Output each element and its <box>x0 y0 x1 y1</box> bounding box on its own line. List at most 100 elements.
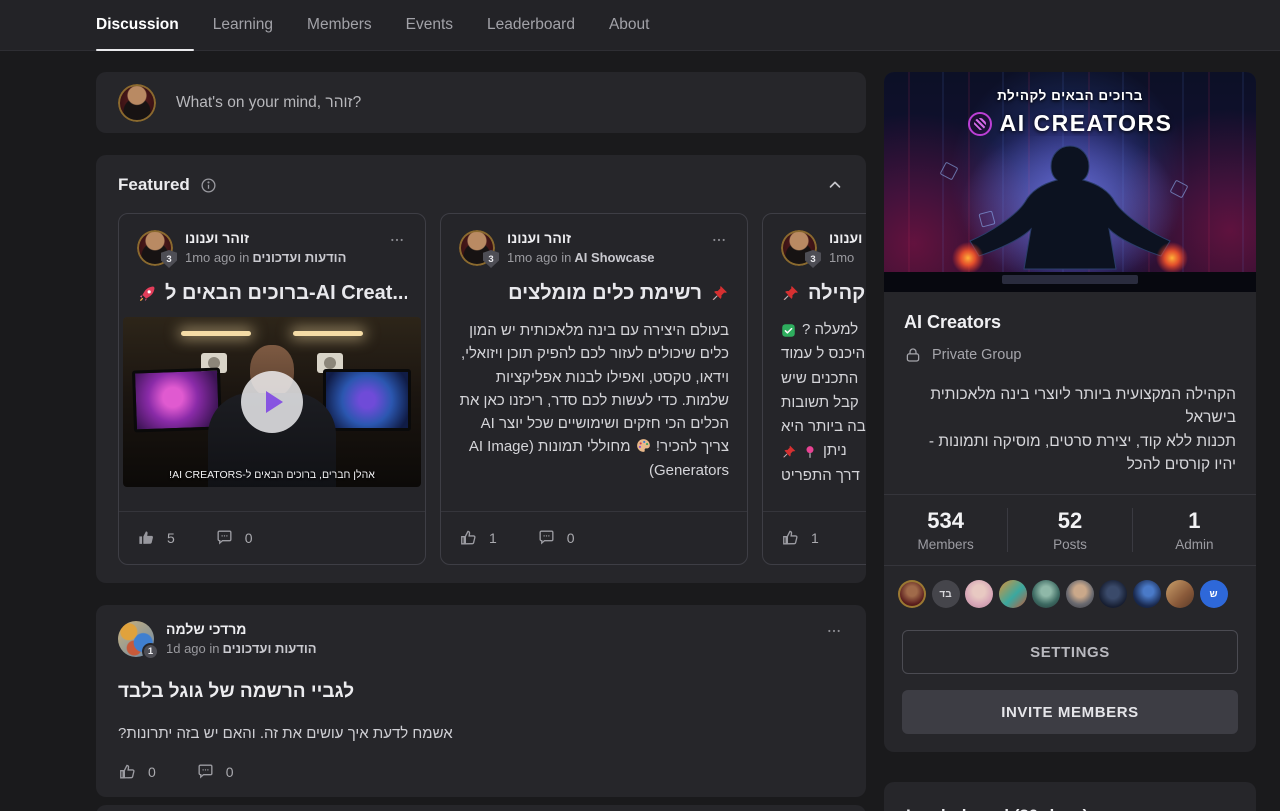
tab-members[interactable]: Members <box>307 0 372 50</box>
post-time: 1mo ago in <box>185 250 249 265</box>
like-button[interactable]: 0 <box>118 762 156 781</box>
like-button[interactable]: 5 <box>137 528 175 547</box>
like-count: 5 <box>167 530 175 546</box>
current-user-avatar[interactable] <box>118 84 156 122</box>
leaderboard-title: Leaderboard (30-days) <box>906 806 1234 811</box>
collapse-chevron-up-icon[interactable] <box>826 176 844 194</box>
post-body-line: היכנס ל עמוד <box>781 342 866 366</box>
tab-leaderboard[interactable]: Leaderboard <box>487 0 575 50</box>
member-avatar[interactable] <box>1133 580 1161 608</box>
group-name: AI Creators <box>904 312 1236 333</box>
video-thumbnail[interactable]: אהלן חברים, ברוכים הבאים ל-AI CREATORS! <box>123 317 421 487</box>
member-avatar[interactable] <box>898 580 926 608</box>
space-name[interactable]: הודעות ועדכונים <box>252 250 346 265</box>
like-button[interactable]: 1 <box>459 528 497 547</box>
palette-emoji-icon <box>635 437 652 454</box>
comment-button[interactable]: 0 <box>537 528 575 547</box>
member-avatar-initials[interactable]: בד <box>932 580 960 608</box>
featured-cards-row: 3 זוהר וענונו 1mo ago inהודעות ועדכונים <box>118 213 866 565</box>
post-body-text: בה ביותר היא <box>781 415 866 439</box>
content-area: What's on your mind, זוהר? Featured <box>0 51 1280 811</box>
settings-button[interactable]: SETTINGS <box>902 630 1238 674</box>
monitor-left <box>132 367 222 432</box>
feed-post[interactable]: 1 מרדכי שלמה 1d ago inהודעות ועדכונים לג… <box>96 605 866 797</box>
author-block: זוהר וענונו 1mo <box>829 230 866 265</box>
pushpin-emoji-icon <box>781 284 800 303</box>
post-body-line: למעלה ? <box>781 318 866 342</box>
comment-count: 0 <box>567 530 575 546</box>
author-name[interactable]: זוהר וענונו <box>507 230 655 246</box>
stat-label: Posts <box>1008 537 1131 552</box>
post-body-text: היכנס ל עמוד <box>781 342 865 366</box>
featured-title: Featured <box>118 175 190 195</box>
tab-discussion[interactable]: Discussion <box>96 0 179 50</box>
tab-label: Members <box>307 16 372 34</box>
sidebar-column: ברוכים הבאים לקהילת AI CREATORS AI Creat… <box>884 72 1256 811</box>
comment-button[interactable]: 0 <box>196 762 234 781</box>
featured-card-community[interactable]: 3 זוהר וענונו 1mo קהילה <box>762 213 866 565</box>
round-pin-emoji-icon <box>803 445 817 459</box>
member-avatar[interactable] <box>965 580 993 608</box>
tab-label: Events <box>406 16 453 34</box>
comment-count: 0 <box>245 530 253 546</box>
play-button[interactable] <box>241 371 303 433</box>
post-time: 1d ago in <box>166 641 220 656</box>
post-body: למעלה ? היכנס ל עמוד התכנים שיש קבל תשוב… <box>781 318 866 488</box>
group-description-line: הקהילה המקצועית ביותר ליוצרי בינה מלאכות… <box>904 383 1236 430</box>
comment-icon <box>196 762 215 781</box>
leaderboard-card: Leaderboard (30-days) <box>884 782 1256 811</box>
post-footer: 0 0 <box>118 762 844 781</box>
post-meta: 1mo ago inהודעות ועדכונים <box>185 250 346 265</box>
post-body: בעולם היצירה עם בינה מלאכותית יש המון כל… <box>459 319 729 482</box>
member-avatar[interactable] <box>999 580 1027 608</box>
member-avatar-initials[interactable]: ש <box>1200 580 1228 608</box>
comment-count: 0 <box>226 764 234 780</box>
thumbs-up-icon <box>781 528 800 547</box>
post-menu-icon[interactable] <box>709 230 729 250</box>
like-count: 1 <box>811 530 819 546</box>
tab-about[interactable]: About <box>609 0 650 50</box>
post-title[interactable]: ברוכים הבאים ל-AI Creat... <box>137 282 407 305</box>
comment-icon <box>537 528 556 547</box>
level-badge: 3 <box>161 250 177 268</box>
member-avatar[interactable] <box>1066 580 1094 608</box>
banner-welcome-text: ברוכים הבאים לקהילת <box>884 88 1256 103</box>
author-block: זוהר וענונו 1mo ago inAI Showcase <box>507 230 655 265</box>
post-menu-icon[interactable] <box>824 621 844 641</box>
author-name[interactable]: זוהר וענונו <box>829 230 866 246</box>
level-badge: 3 <box>805 250 821 268</box>
member-avatar[interactable] <box>1166 580 1194 608</box>
post-composer[interactable]: What's on your mind, זוהר? <box>96 72 866 133</box>
tab-events[interactable]: Events <box>406 0 453 50</box>
invite-members-button[interactable]: INVITE MEMBERS <box>902 690 1238 734</box>
member-avatars: בד ש <box>884 566 1256 624</box>
like-button[interactable]: 1 <box>781 528 819 547</box>
author-block: מרדכי שלמה 1d ago inהודעות ועדכונים <box>166 621 317 656</box>
stat-value: 52 <box>1008 508 1131 534</box>
author-name[interactable]: מרדכי שלמה <box>166 621 317 637</box>
info-icon[interactable] <box>200 177 217 194</box>
featured-card-tools[interactable]: 3 זוהר וענונו 1mo ago inAI Showcase <box>440 213 748 565</box>
post-menu-icon[interactable] <box>387 230 407 250</box>
privacy-label: Private Group <box>932 347 1021 363</box>
comment-button[interactable]: 0 <box>215 528 253 547</box>
post-title[interactable]: רשימת כלים מומלצים <box>459 282 729 305</box>
tab-learning[interactable]: Learning <box>213 0 273 50</box>
group-description: הקהילה המקצועית ביותר ליוצרי בינה מלאכות… <box>904 383 1236 476</box>
member-avatar[interactable] <box>1032 580 1060 608</box>
post-meta: 1d ago inהודעות ועדכונים <box>166 641 317 656</box>
author-name[interactable]: זוהר וענונו <box>185 230 346 246</box>
post-title[interactable]: קהילה <box>781 282 866 305</box>
next-post-partial <box>96 805 866 811</box>
post-body-line: ניתן <box>781 439 866 463</box>
post-body-line: בה ביותר היא <box>781 415 866 439</box>
space-name[interactable]: הודעות ועדכונים <box>223 641 317 656</box>
rocket-emoji-icon <box>137 284 157 304</box>
featured-card-welcome[interactable]: 3 זוהר וענונו 1mo ago inהודעות ועדכונים <box>118 213 426 565</box>
space-name[interactable]: AI Showcase <box>574 250 654 265</box>
post-title-text: רשימת כלים מומלצים <box>508 282 702 305</box>
member-avatar[interactable] <box>1099 580 1127 608</box>
post-title[interactable]: לגביי הרשמה של גוגל בלבד <box>118 681 844 703</box>
post-title-text: ברוכים הבאים ל-AI Creat... <box>165 282 407 305</box>
stat-value: 534 <box>884 508 1007 534</box>
